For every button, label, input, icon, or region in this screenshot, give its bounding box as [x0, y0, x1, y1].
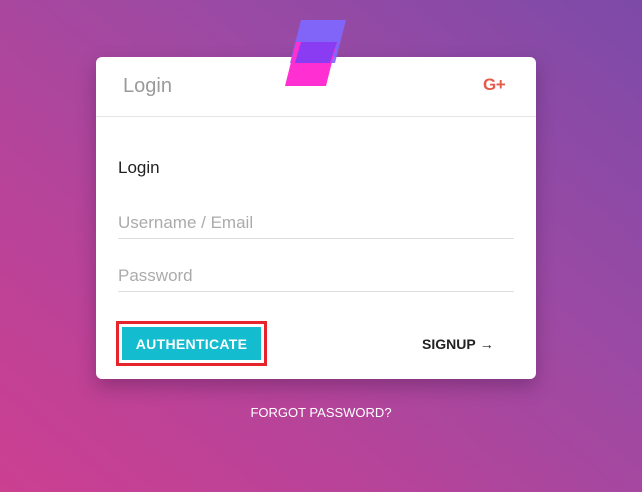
arrow-right-icon: →: [479, 336, 494, 352]
form-title: Login: [118, 158, 160, 177]
card-header-title: Login: [123, 75, 172, 97]
authenticate-button[interactable]: AUTHENTICATE: [122, 327, 261, 360]
username-email-input[interactable]: [118, 208, 514, 239]
app-logo-icon: [284, 18, 350, 88]
login-card: Login G+ Login AUTHENTICATE SIGNUP→: [96, 57, 536, 379]
signup-link[interactable]: SIGNUP →: [422, 335, 494, 353]
password-input[interactable]: [118, 261, 514, 292]
signup-label: SIGNUP: [422, 336, 476, 352]
forgot-password-link[interactable]: FORGOT PASSWORD?: [250, 405, 391, 420]
google-plus-icon[interactable]: G+: [483, 75, 506, 95]
forgot-password-container: FORGOT PASSWORD?: [0, 405, 642, 421]
